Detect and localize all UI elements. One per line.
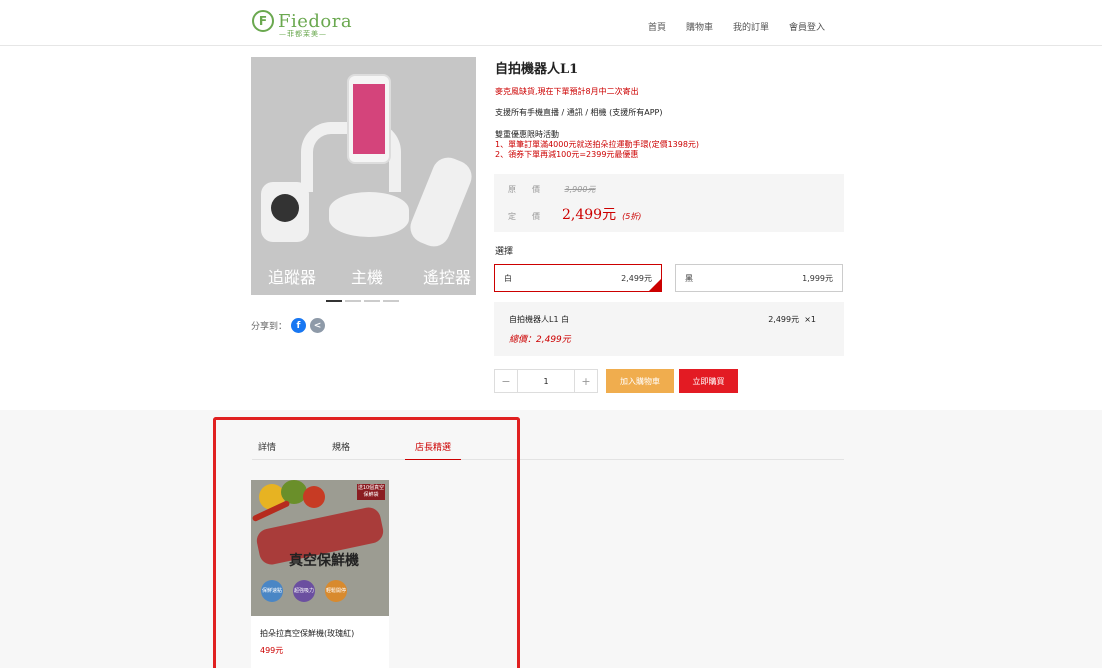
gallery-dot[interactable] [345,300,361,302]
logo-mark-icon: F [252,10,274,32]
gallery-dot[interactable] [326,300,342,302]
variant-price: 1,999元 [802,273,833,283]
original-price-label: 原 價 [508,185,540,194]
gallery-label-tracker: 追蹤器 [268,268,317,287]
variant-option-white[interactable]: 白 2,499元 [494,264,662,292]
price-box: 原 價 3,900元 定 價 2,499元 (5折) [494,174,844,232]
quantity-input[interactable]: 1 [518,369,574,393]
share-label: 分享到： [251,322,288,332]
promo-title: 雙重優惠限時活動 [495,130,559,139]
discount-badge: (5折) [622,212,642,221]
summary-item-qty: ×1 [804,315,816,324]
main-nav: 首頁 購物車 我的訂單 會員登入 [648,20,825,33]
sale-price-row: 定 價 2,499元 (5折) [508,204,641,224]
variant-select-label: 選擇 [495,247,514,257]
nav-cart[interactable]: 購物車 [686,20,713,33]
logo-subtitle: —菲都茉美— [279,30,327,38]
quantity-minus-button[interactable]: − [494,369,518,393]
promo-line-1: 1、單筆訂單滿4000元就送拍朵拉運動手環(定價1398元) [495,140,700,149]
gallery-dot[interactable] [383,300,399,302]
share-icon[interactable]: < [310,318,326,333]
facebook-icon[interactable]: f [291,318,307,333]
summary-item-name: 自拍機器人L1 白 [509,315,570,324]
gallery-pagination [326,300,399,302]
buy-now-button[interactable]: 立即購買 [679,369,738,393]
add-to-cart-button[interactable]: 加入購物車 [606,369,674,393]
highlight-annotation-box [213,417,520,668]
top-header: F Fiedora —菲都茉美— 首頁 購物車 我的訂單 會員登入 [0,0,1102,46]
original-price-row: 原 價 3,900元 [508,184,595,195]
support-text: 支援所有手機直播 / 通訊 / 相機 (支援所有APP) [495,108,663,117]
tracker-graphic [261,182,309,242]
phone-graphic [347,74,391,164]
gallery-label-remote: 遙控器 [423,268,472,287]
stock-notice: 麥克風缺貨,現在下單預計8月中二次寄出 [495,87,639,96]
gallery-dot[interactable] [364,300,380,302]
share-bar: 分享到： f < [251,318,326,333]
remote-graphic [405,152,476,252]
summary-item-price: 2,499元 ×1 [768,315,816,324]
sale-price-label: 定 價 [508,212,540,221]
quantity-plus-button[interactable]: + [574,369,598,393]
summary-total: 總價：2,499元 [509,335,571,345]
original-price-value: 3,900元 [564,185,596,194]
product-title: 自拍機器人L1 [495,62,579,77]
gallery-label-host: 主機 [351,268,384,287]
nav-login[interactable]: 會員登入 [789,20,825,33]
sale-price-value: 2,499元 [562,207,617,223]
variant-name: 白 [504,273,512,283]
product-gallery-image[interactable]: 追蹤器 主機 遙控器 [251,57,476,295]
nav-orders[interactable]: 我的訂單 [733,20,769,33]
nav-home[interactable]: 首頁 [648,20,666,33]
quantity-stepper: − 1 + [494,369,598,393]
order-summary: 自拍機器人L1 白 2,499元 ×1 總價：2,499元 [494,302,844,356]
variant-option-black[interactable]: 黑 1,999元 [675,264,843,292]
detail-section: 詳情 規格 店長精選 送10個真空保鮮袋 真空保鮮機 保鮮速點 超強吸力 輕鬆開… [0,410,1102,668]
promo-block: 雙重優惠限時活動 1、單筆訂單滿4000元就送拍朵拉運動手環(定價1398元) … [495,130,699,160]
variant-name: 黑 [685,273,693,283]
promo-line-2: 2、領券下單再減100元=2399元最優惠 [495,150,639,159]
selected-check-icon [649,279,661,291]
variant-price: 2,499元 [621,273,652,283]
robot-base-graphic [329,192,409,237]
